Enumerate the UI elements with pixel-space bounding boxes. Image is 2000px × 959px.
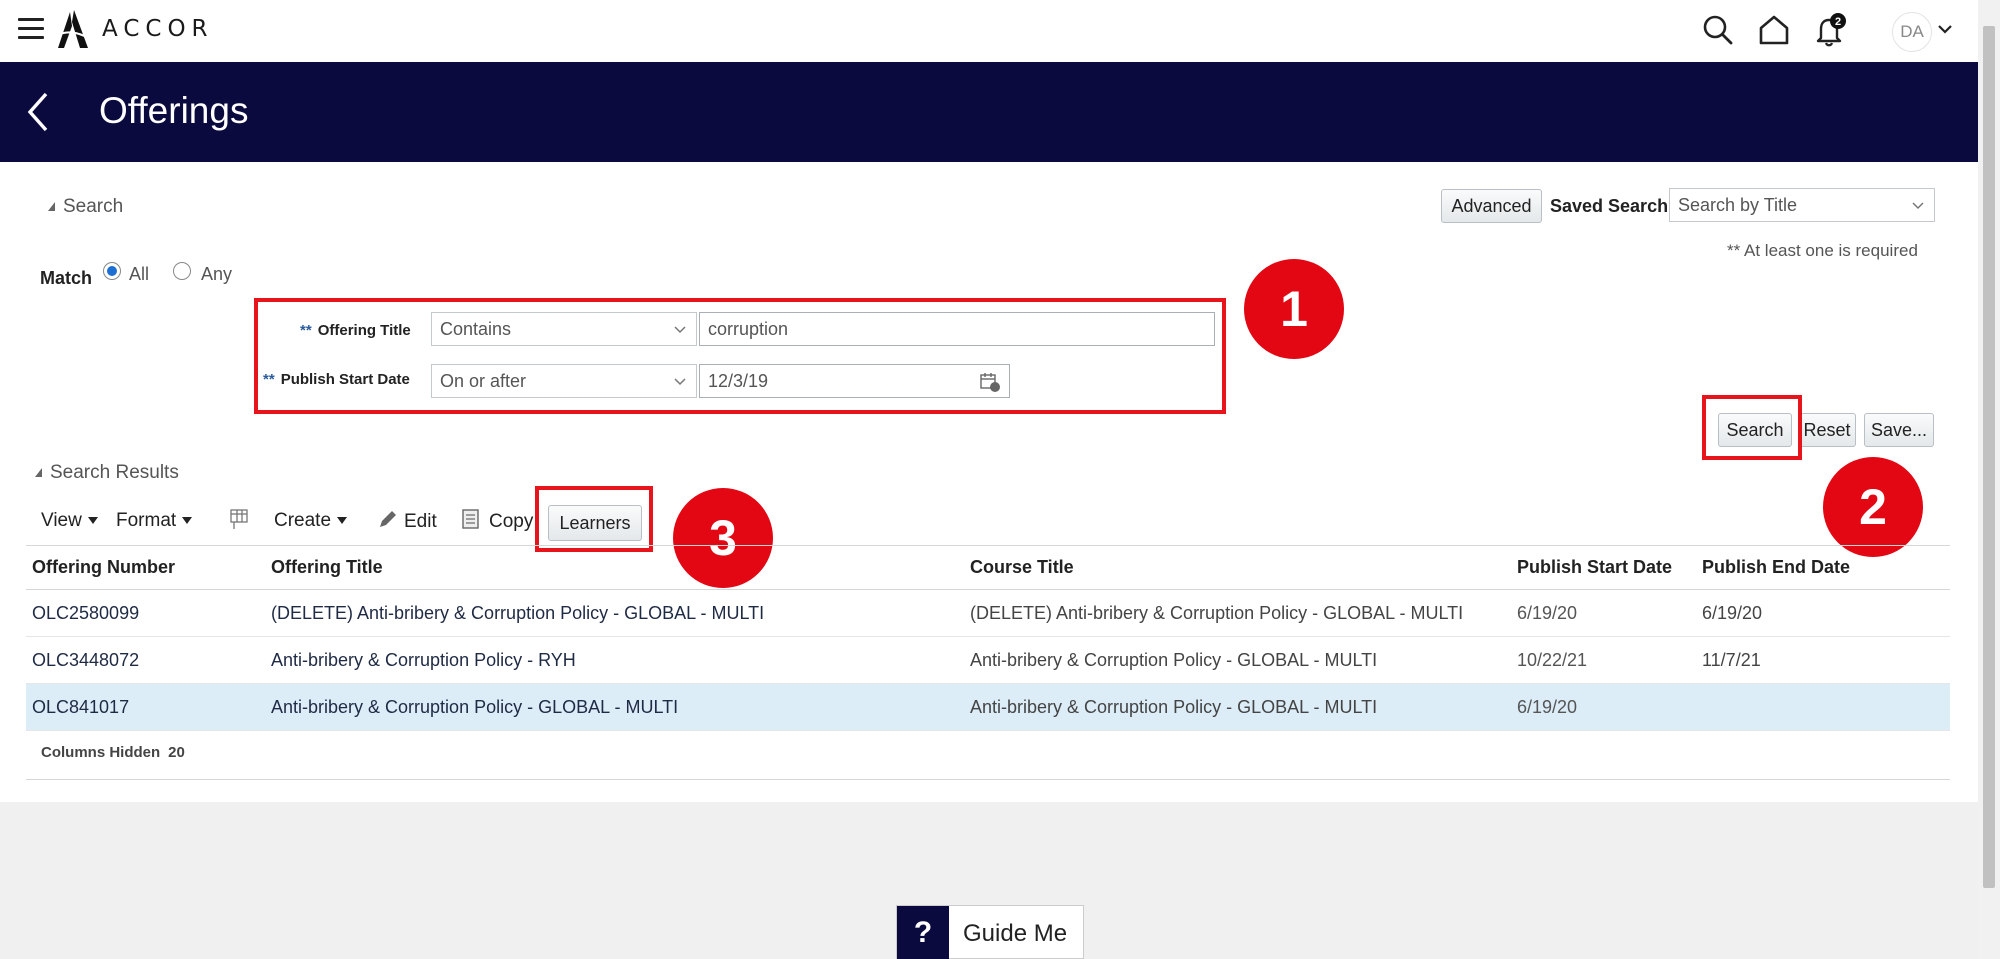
publish-end-date-cell: 6/19/20 — [1696, 589, 1950, 637]
results-table: Offering Number Offering Title Course Ti… — [26, 545, 1950, 731]
saved-search-placeholder: Search by Title — [1678, 195, 1798, 215]
column-header-publish-start-date[interactable]: Publish Start Date — [1511, 545, 1696, 590]
required-note: ** At least one is required — [1727, 241, 1918, 260]
notification-count: 2 — [1835, 16, 1841, 28]
search-section-toggle[interactable]: Search — [48, 196, 123, 218]
match-all-label[interactable]: All — [129, 264, 149, 285]
reset-button[interactable]: Reset — [1798, 413, 1856, 447]
chevron-down-icon[interactable] — [1936, 20, 1954, 38]
search-icon[interactable] — [1700, 12, 1736, 48]
columns-hidden-count: 20 — [168, 744, 185, 761]
table-row[interactable]: OLC3448072 Anti-bribery & Corruption Pol… — [26, 636, 1950, 684]
match-any-radio[interactable] — [173, 262, 191, 280]
course-title-cell: (DELETE) Anti-bribery & Corruption Polic… — [964, 589, 1511, 637]
course-title-cell: Anti-bribery & Corruption Policy - GLOBA… — [964, 683, 1511, 731]
freeze-columns-icon[interactable] — [228, 507, 250, 531]
advanced-button[interactable]: Advanced — [1441, 189, 1542, 223]
column-header-publish-end-date[interactable]: Publish End Date — [1696, 545, 1950, 590]
save-search-button[interactable]: Save... — [1864, 413, 1934, 447]
page-header: Offerings — [0, 62, 1978, 162]
collapse-triangle-icon — [48, 202, 55, 211]
publish-start-date-cell: 6/19/20 — [1511, 683, 1696, 731]
caret-down-icon — [87, 517, 98, 524]
course-title-cell: Anti-bribery & Corruption Policy - GLOBA… — [964, 636, 1511, 684]
guide-me-label: Guide Me — [963, 920, 1068, 947]
columns-hidden-status: Columns Hidden 20 — [41, 744, 185, 761]
publish-end-date-cell: 11/7/21 — [1696, 636, 1950, 684]
saved-search-select[interactable]: Search by Title — [1669, 188, 1935, 222]
offering-title-cell[interactable]: Anti-bribery & Corruption Policy - RYH — [265, 636, 964, 684]
publish-end-date-cell — [1696, 683, 1950, 731]
column-header-offering-title[interactable]: Offering Title — [265, 545, 964, 590]
highlight-box-1 — [254, 298, 1226, 414]
scrollbar-thumb[interactable] — [1983, 26, 1995, 888]
callout-1: 1 — [1244, 259, 1344, 359]
notifications-bell-icon[interactable]: 2 — [1812, 12, 1848, 48]
home-icon[interactable] — [1756, 12, 1792, 48]
table-header-row: Offering Number Offering Title Course Ti… — [26, 545, 1950, 590]
publish-start-date-cell: 10/22/21 — [1511, 636, 1696, 684]
guide-me-button[interactable]: ? Guide Me — [896, 905, 1084, 959]
match-any-label[interactable]: Any — [201, 264, 232, 285]
offering-title-cell[interactable]: (DELETE) Anti-bribery & Corruption Polic… — [265, 589, 964, 637]
table-row-selected[interactable]: OLC841017 Anti-bribery & Corruption Poli… — [26, 683, 1950, 731]
format-menu[interactable]: Format — [116, 510, 193, 532]
saved-search-label: Saved Search — [1550, 196, 1669, 216]
match-all-radio[interactable] — [103, 262, 121, 280]
offering-number-cell[interactable]: OLC3448072 — [26, 636, 265, 684]
offering-number-cell[interactable]: OLC841017 — [26, 683, 265, 731]
column-header-course-title[interactable]: Course Title — [964, 545, 1511, 590]
offering-number-cell[interactable]: OLC2580099 — [26, 589, 265, 637]
caret-down-icon — [337, 517, 348, 524]
accor-logo-icon[interactable] — [52, 8, 92, 52]
callout-2: 2 — [1823, 457, 1923, 557]
results-section-label: Search Results — [50, 462, 179, 483]
table-divider — [26, 779, 1950, 780]
collapse-triangle-icon — [35, 468, 42, 477]
offering-title-cell[interactable]: Anti-bribery & Corruption Policy - GLOBA… — [265, 683, 964, 731]
view-menu[interactable]: View — [41, 510, 98, 532]
copy-icon[interactable] — [461, 508, 481, 530]
results-section-toggle[interactable]: Search Results — [35, 462, 179, 484]
columns-hidden-label: Columns Hidden — [41, 744, 161, 761]
top-bar: ACCOR 2 DA — [0, 0, 1978, 62]
copy-button[interactable]: Copy — [489, 511, 533, 533]
chevron-down-icon — [1912, 202, 1924, 210]
search-section-label: Search — [63, 196, 124, 217]
highlight-box-3 — [535, 486, 653, 552]
table-row[interactable]: OLC2580099 (DELETE) Anti-bribery & Corru… — [26, 589, 1950, 637]
publish-start-date-cell: 6/19/20 — [1511, 589, 1696, 637]
avatar[interactable]: DA — [1892, 12, 1932, 52]
page-title: Offerings — [99, 90, 249, 131]
highlight-box-2 — [1702, 395, 1802, 460]
menu-icon[interactable] — [18, 18, 44, 40]
match-label: Match — [40, 268, 93, 288]
pencil-icon[interactable] — [377, 508, 399, 530]
help-question-icon: ? — [897, 906, 949, 959]
caret-down-icon — [182, 517, 193, 524]
back-arrow-icon[interactable] — [26, 90, 52, 134]
brand-name[interactable]: ACCOR — [102, 16, 214, 42]
column-header-offering-number[interactable]: Offering Number — [26, 545, 265, 590]
edit-button[interactable]: Edit — [404, 511, 437, 533]
create-menu[interactable]: Create — [274, 510, 348, 532]
